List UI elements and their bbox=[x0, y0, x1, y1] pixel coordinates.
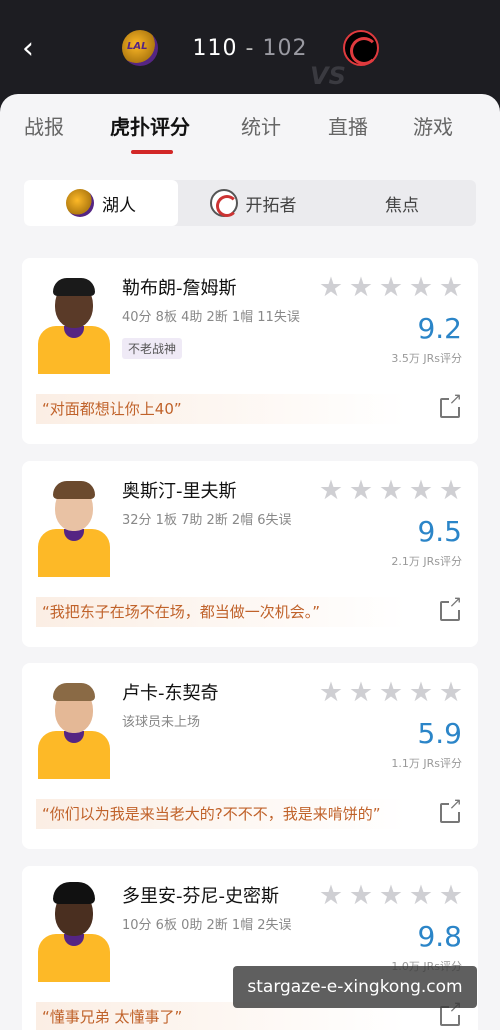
player-stats: 32分 1板 7助 2断 2帽 6失误 bbox=[122, 513, 292, 528]
share-icon[interactable] bbox=[440, 391, 462, 418]
home-score: 110 bbox=[192, 36, 238, 61]
rating-stars[interactable]: ★ ★ ★ ★ ★ bbox=[316, 679, 466, 707]
player-avatar bbox=[36, 274, 112, 374]
player-name: 勒布朗-詹姆斯 bbox=[122, 278, 237, 299]
lakers-logo-icon bbox=[66, 189, 94, 217]
vs-mark: VS bbox=[310, 62, 346, 90]
game-score: 110 - 102 bbox=[0, 36, 500, 61]
top-comment[interactable]: “对面都想让你上40” bbox=[36, 394, 406, 424]
team-segment-control: 湖人 开拓者 焦点 bbox=[24, 180, 476, 226]
star-icon[interactable]: ★ bbox=[316, 477, 346, 505]
player-avatar bbox=[36, 477, 112, 577]
star-icon[interactable]: ★ bbox=[316, 679, 346, 707]
share-icon[interactable] bbox=[440, 594, 462, 621]
blazers-logo[interactable] bbox=[343, 30, 379, 66]
rating-votes: 3.5万 JRs评分 bbox=[391, 352, 462, 365]
watermark: stargaze-e-xingkong.com bbox=[233, 966, 477, 1008]
segment-lakers-label: 湖人 bbox=[102, 195, 136, 216]
player-avatar bbox=[36, 679, 112, 779]
star-icon[interactable]: ★ bbox=[316, 274, 346, 302]
active-tab-indicator bbox=[131, 150, 173, 154]
star-icon[interactable]: ★ bbox=[376, 477, 406, 505]
segment-focus-label: 焦点 bbox=[385, 195, 419, 216]
main-panel: 战报 虎扑评分 统计 直播 游戏 湖人 开拓者 焦点 勒布朗-詹姆斯 40分 8… bbox=[0, 94, 500, 1030]
star-icon[interactable]: ★ bbox=[376, 679, 406, 707]
star-icon[interactable]: ★ bbox=[436, 274, 466, 302]
star-icon[interactable]: ★ bbox=[346, 274, 376, 302]
share-icon[interactable] bbox=[440, 999, 462, 1026]
star-icon[interactable]: ★ bbox=[406, 882, 436, 910]
segment-blazers-label: 开拓者 bbox=[245, 195, 297, 216]
player-card[interactable]: 奥斯汀-里夫斯 32分 1板 7助 2断 2帽 6失误 ★ ★ ★ ★ ★ 9.… bbox=[22, 461, 478, 647]
star-icon[interactable]: ★ bbox=[436, 679, 466, 707]
away-score: 102 bbox=[262, 36, 308, 61]
tab-stats[interactable]: 统计 bbox=[241, 111, 281, 140]
player-rating: 9.2 bbox=[417, 312, 462, 345]
score-separator: - bbox=[245, 36, 255, 61]
star-icon[interactable]: ★ bbox=[376, 882, 406, 910]
tab-game[interactable]: 游戏 bbox=[413, 111, 453, 140]
rating-votes: 2.1万 JRs评分 bbox=[391, 555, 462, 568]
star-icon[interactable]: ★ bbox=[406, 679, 436, 707]
rating-stars[interactable]: ★ ★ ★ ★ ★ bbox=[316, 274, 466, 302]
player-name: 多里安-芬尼-史密斯 bbox=[122, 886, 279, 907]
segment-blazers[interactable]: 开拓者 bbox=[178, 180, 328, 226]
star-icon[interactable]: ★ bbox=[346, 679, 376, 707]
segment-lakers[interactable]: 湖人 bbox=[24, 180, 178, 226]
player-name: 卢卡-东契奇 bbox=[122, 683, 219, 704]
player-card[interactable]: 勒布朗-詹姆斯 40分 8板 4助 2断 1帽 11失误 不老战神 ★ ★ ★ … bbox=[22, 258, 478, 444]
player-rating: 9.8 bbox=[417, 920, 462, 953]
player-stats: 10分 6板 0助 2断 1帽 2失误 bbox=[122, 918, 292, 933]
star-icon[interactable]: ★ bbox=[436, 882, 466, 910]
player-stats: 该球员未上场 bbox=[122, 715, 201, 730]
star-icon[interactable]: ★ bbox=[406, 477, 436, 505]
player-tag: 不老战神 bbox=[122, 338, 183, 359]
star-icon[interactable]: ★ bbox=[436, 477, 466, 505]
player-card[interactable]: 卢卡-东契奇 该球员未上场 ★ ★ ★ ★ ★ 5.9 1.1万 JRs评分 “… bbox=[22, 663, 478, 849]
tab-bar: 战报 虎扑评分 统计 直播 游戏 bbox=[0, 94, 500, 156]
star-icon[interactable]: ★ bbox=[316, 882, 346, 910]
rating-stars[interactable]: ★ ★ ★ ★ ★ bbox=[316, 882, 466, 910]
tab-hupu-rating[interactable]: 虎扑评分 bbox=[110, 111, 190, 140]
player-stats: 40分 8板 4助 2断 1帽 11失误 bbox=[122, 310, 300, 325]
player-rating: 9.5 bbox=[417, 515, 462, 548]
star-icon[interactable]: ★ bbox=[406, 274, 436, 302]
player-name: 奥斯汀-里夫斯 bbox=[122, 481, 237, 502]
top-comment[interactable]: “你们以为我是来当老大的?不不不，我是来啃饼的” bbox=[36, 799, 406, 829]
star-icon[interactable]: ★ bbox=[376, 274, 406, 302]
star-icon[interactable]: ★ bbox=[346, 882, 376, 910]
segment-focus[interactable]: 焦点 bbox=[328, 180, 476, 226]
blazers-logo-icon bbox=[209, 189, 238, 217]
tab-live[interactable]: 直播 bbox=[328, 111, 368, 140]
rating-votes: 1.1万 JRs评分 bbox=[391, 757, 462, 770]
star-icon[interactable]: ★ bbox=[346, 477, 376, 505]
top-comment[interactable]: “我把东子在场不在场，都当做一次机会。” bbox=[36, 597, 406, 627]
tab-report[interactable]: 战报 bbox=[24, 111, 64, 140]
rating-stars[interactable]: ★ ★ ★ ★ ★ bbox=[316, 477, 466, 505]
player-avatar bbox=[36, 882, 112, 982]
player-rating: 5.9 bbox=[417, 717, 462, 750]
share-icon[interactable] bbox=[440, 796, 462, 823]
